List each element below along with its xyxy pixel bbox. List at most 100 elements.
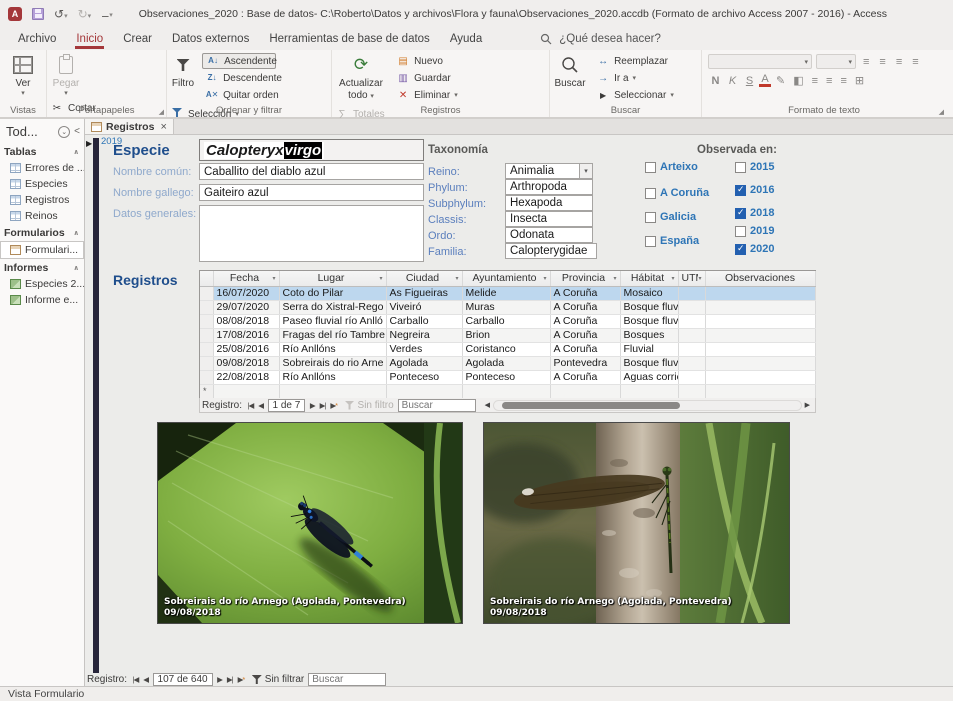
col-header-ciudad[interactable]: Ciudad▾	[386, 271, 462, 286]
gridlines-icon[interactable]: ⊞	[852, 74, 867, 87]
col-header-fecha[interactable]: Fecha▾	[213, 271, 279, 286]
scrollbar-thumb[interactable]	[502, 402, 680, 409]
checkbox-icon[interactable]	[645, 212, 656, 223]
last-record-button[interactable]: ▶|	[224, 675, 235, 684]
col-header-provincia[interactable]: Provincia▾	[550, 271, 620, 286]
tab-herramientas[interactable]: Herramientas de base de datos	[259, 30, 439, 49]
previous-record-button[interactable]: ◀	[256, 401, 266, 410]
table-row[interactable]: 16/07/2020Coto do PilarAs FigueirasMelid…	[200, 286, 815, 300]
navpane-section-tablas[interactable]: Tablas∧	[0, 143, 84, 160]
table-row[interactable]: 09/08/2018Sobreirais do rio ArneAgoladaA…	[200, 356, 815, 370]
navpane-section-formularios[interactable]: Formularios∧	[0, 224, 84, 241]
navpane-menu-icon[interactable]: ⌄	[58, 126, 70, 138]
bold-button[interactable]: N	[708, 75, 723, 87]
first-record-button[interactable]: |◀	[245, 401, 256, 410]
table-row[interactable]: 25/08/2016Río AnllónsVerdesCoristancoA C…	[200, 342, 815, 356]
navpane-title[interactable]: Tod...	[6, 124, 58, 139]
classis-field[interactable]: Insecta	[505, 211, 593, 227]
eliminar-button[interactable]: ✕Eliminar▾	[393, 87, 465, 103]
ir-a-button[interactable]: →Ir a ▾	[593, 70, 677, 86]
table-row[interactable]: 29/07/2020Serra do Xistral-Rego (Viveiró…	[200, 300, 815, 314]
scroll-right-icon[interactable]: ▶	[802, 401, 813, 409]
checkbox-2019[interactable]: 2019	[735, 225, 774, 237]
highlight-icon[interactable]: ✎	[773, 74, 788, 87]
reemplazar-button[interactable]: ↔Reemplazar	[593, 53, 677, 69]
filtro-button[interactable]: Filtro	[167, 50, 199, 90]
especie-field[interactable]: Calopteryx virgo	[199, 139, 424, 161]
italic-button[interactable]: K	[725, 75, 740, 87]
seleccionar-button[interactable]: ▶Seleccionar ▾	[593, 87, 677, 103]
col-header-observaciones[interactable]: Observaciones	[705, 271, 815, 286]
checkbox-icon[interactable]	[735, 226, 746, 237]
checkbox-a-coruna[interactable]: A Coruña	[645, 187, 709, 199]
tab-inicio[interactable]: Inicio	[66, 30, 113, 49]
record-selector-bar[interactable]	[93, 138, 99, 673]
new-record-button[interactable]: ▶*	[328, 401, 341, 410]
undo-icon[interactable]: ↺▾	[54, 7, 68, 21]
horizontal-scrollbar[interactable]: ◀ ▶	[482, 399, 813, 412]
chevron-down-icon[interactable]: ▾	[379, 275, 382, 282]
checkbox-icon[interactable]	[735, 244, 746, 255]
align-right-icon[interactable]: ≡	[837, 75, 849, 87]
table-row[interactable]: 22/08/2018Río AnllónsPontecesoPontecesoA…	[200, 370, 815, 384]
checkbox-icon[interactable]	[735, 162, 746, 173]
record-position[interactable]: 1 de 7	[268, 399, 306, 412]
table-row[interactable]: 17/08/2016Fragas del río TambreNegreiraB…	[200, 328, 815, 342]
close-icon[interactable]: ×	[160, 121, 166, 133]
tell-me-search[interactable]: ¿Qué desea hacer?	[540, 33, 661, 45]
phylum-field[interactable]: Arthropoda	[505, 179, 593, 195]
col-header-utm[interactable]: UTM 1(▾	[678, 271, 705, 286]
sidebar-item-especies-informe[interactable]: Especies 2...	[0, 276, 84, 292]
nuevo-button[interactable]: ▤Nuevo	[393, 53, 465, 69]
record-position[interactable]: 107 de 640	[153, 673, 213, 686]
chevron-down-icon[interactable]: ▾	[272, 275, 275, 282]
chevron-down-icon[interactable]: ▾	[698, 275, 701, 282]
chevron-down-icon[interactable]: ▾	[613, 275, 616, 282]
fill-color-icon[interactable]: ◧	[790, 74, 806, 87]
col-header-habitat[interactable]: Hábitat▾	[620, 271, 678, 286]
tab-archivo[interactable]: Archivo	[8, 30, 66, 49]
scroll-left-icon[interactable]: ◀	[482, 401, 493, 409]
checkbox-2015[interactable]: 2015	[735, 161, 774, 173]
checkbox-icon[interactable]	[645, 162, 656, 173]
tab-datos-externos[interactable]: Datos externos	[162, 30, 259, 49]
checkbox-icon[interactable]	[735, 208, 746, 219]
new-record-button[interactable]: ▶*	[235, 675, 248, 684]
tab-ayuda[interactable]: Ayuda	[440, 30, 492, 49]
descendente-button[interactable]: Z↓Descendente	[202, 70, 276, 86]
last-record-button[interactable]: ▶|	[317, 401, 328, 410]
nombre-gallego-field[interactable]: Gaiteiro azul	[199, 184, 424, 201]
sidebar-item-errores[interactable]: Errores de ...	[0, 160, 84, 176]
datos-generales-field[interactable]	[199, 205, 424, 262]
next-record-button[interactable]: ▶	[215, 675, 225, 684]
chevron-down-icon[interactable]: ▾	[579, 164, 592, 178]
checkbox-2016[interactable]: 2016	[735, 184, 774, 196]
sidebar-item-especies[interactable]: Especies	[0, 176, 84, 192]
first-record-button[interactable]: |◀	[130, 675, 141, 684]
save-icon[interactable]	[32, 8, 44, 20]
tab-crear[interactable]: Crear	[113, 30, 162, 49]
checkbox-icon[interactable]	[645, 236, 656, 247]
doc-tab-registros[interactable]: Registros ×	[85, 119, 174, 134]
new-record-row[interactable]: *	[200, 384, 815, 398]
align-center-icon[interactable]: ≡	[823, 75, 835, 87]
sidebar-item-informe[interactable]: Informe e...	[0, 292, 84, 308]
ver-button[interactable]: Ver▾	[1, 50, 45, 98]
buscar-button[interactable]: Buscar	[550, 50, 590, 90]
access-logo-icon[interactable]: A	[8, 7, 22, 21]
checkbox-2020[interactable]: 2020	[735, 243, 774, 255]
col-header-ayuntamiento[interactable]: Ayuntamiento▾	[462, 271, 550, 286]
subform-search-input[interactable]	[398, 399, 476, 412]
ascendente-button[interactable]: A↓Ascendente	[202, 53, 276, 69]
sidebar-item-reinos[interactable]: Reinos	[0, 208, 84, 224]
ordo-field[interactable]: Odonata	[505, 227, 593, 243]
next-record-button[interactable]: ▶	[307, 401, 317, 410]
sidebar-item-registros[interactable]: Registros	[0, 192, 84, 208]
checkbox-icon[interactable]	[735, 185, 746, 196]
chevron-down-icon[interactable]: ▾	[671, 275, 674, 282]
navpane-section-informes[interactable]: Informes∧	[0, 259, 84, 276]
chevron-down-icon[interactable]: ▾	[543, 275, 546, 282]
dialog-launcher-icon[interactable]: ◢	[159, 108, 164, 116]
align-left-icon[interactable]: ≡	[809, 75, 821, 87]
checkbox-arteixo[interactable]: Arteixo	[645, 161, 698, 173]
